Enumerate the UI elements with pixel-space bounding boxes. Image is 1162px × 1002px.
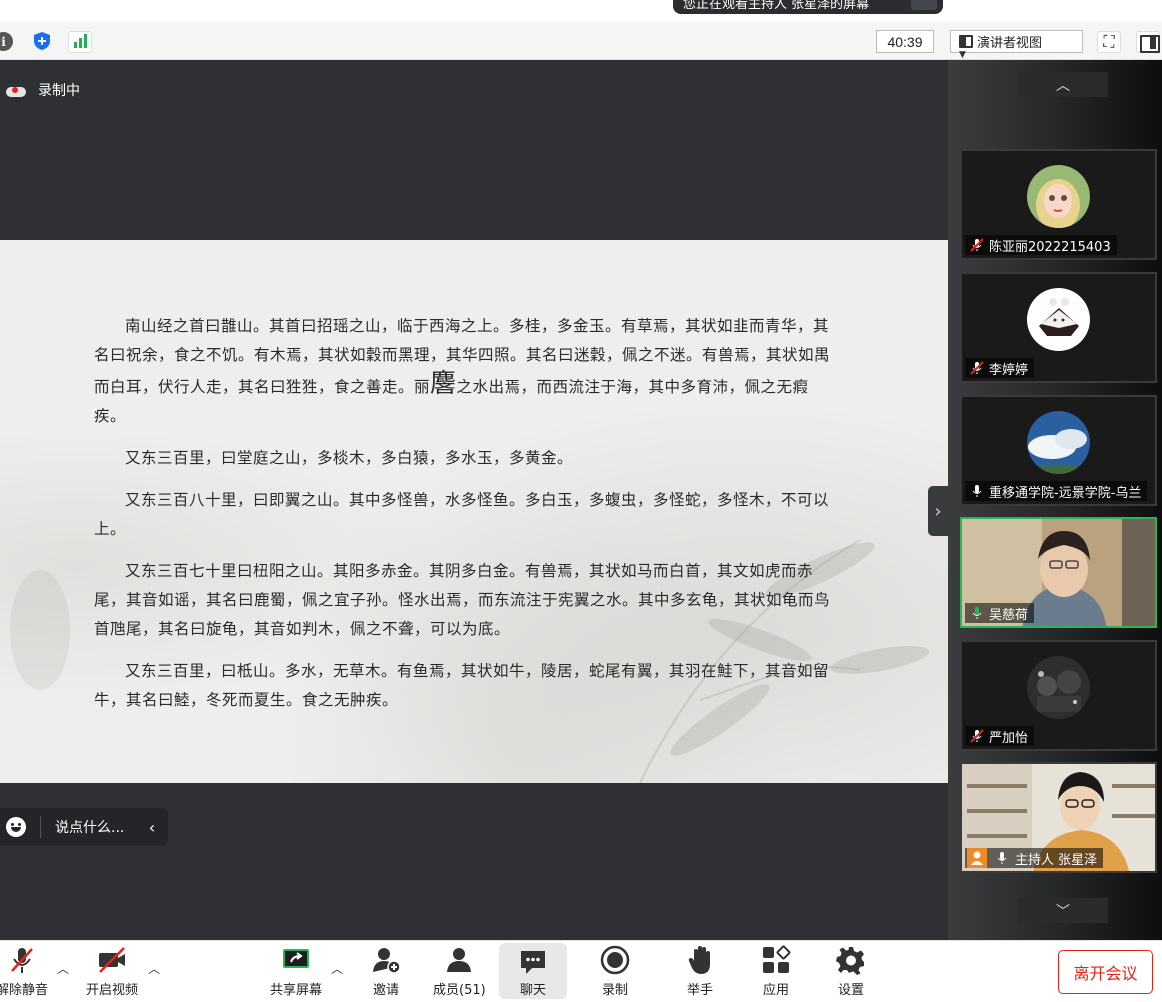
apps-icon — [763, 945, 791, 973]
participant-rail: ︿ 陈亚丽2022215403 李婷婷 重移通学院-远景学院-乌兰 吴慈荷 严加… — [948, 60, 1162, 940]
divider — [40, 816, 41, 838]
share-screen-icon — [283, 949, 309, 968]
recording-indicator: 录制中 — [6, 80, 80, 100]
shared-document: 南山经之首曰䧿山。其首曰招瑶之山，临于西海之上。多桂，多金玉。有草焉，其状如韭而… — [0, 240, 948, 783]
signal-bars-icon[interactable] — [68, 31, 92, 53]
raise-hand-icon — [688, 946, 710, 974]
mic-muted-icon — [970, 729, 984, 743]
avatar — [1027, 165, 1090, 228]
quick-chat-input[interactable]: 说点什么... — [55, 817, 140, 837]
doc-paragraph: 又东三百里，曰柢山。多水，无草木。有鱼焉，其状如牛，陵居，蛇尾有翼，其羽在鮭下，… — [94, 662, 830, 709]
mic-muted-icon — [970, 361, 984, 375]
document-text: 南山经之首曰䧿山。其首曰招瑶之山，临于西海之上。多桂，多金玉。有草焉，其状如韭而… — [94, 312, 834, 728]
side-panel-icon[interactable] — [1136, 31, 1160, 53]
cloud-record-icon — [6, 83, 26, 97]
chevron-right-icon: › — [934, 500, 942, 522]
emoji-icon[interactable] — [6, 817, 26, 837]
members-icon — [447, 948, 472, 972]
invite-button[interactable]: 邀请 — [371, 945, 401, 998]
participant-tile[interactable]: 严加怡 — [960, 640, 1157, 751]
host-badge-icon — [967, 848, 987, 868]
shared-screen-stage: 录制中 南山经之首曰䧿山。其首曰招瑶之山，临于西海之上。多桂，多金玉。有草焉，其… — [0, 60, 948, 940]
view-mode-label: 演讲者视图 — [977, 36, 1043, 51]
participant-tile-host[interactable]: 主持人 张星泽 — [960, 762, 1157, 873]
rail-scroll-up-button[interactable]: ︿ — [1018, 72, 1108, 97]
shield-icon[interactable] — [32, 31, 52, 51]
participant-tile-speaking[interactable]: 吴慈荷 — [960, 517, 1157, 628]
share-screen-button[interactable]: 共享屏幕 — [270, 945, 322, 998]
share-options-chevron-up-icon[interactable]: ︿ — [331, 960, 343, 977]
fullscreen-icon[interactable]: ⛶ — [1097, 31, 1121, 53]
participant-name: 重移通学院-远景学院-乌兰 — [965, 481, 1148, 501]
avatar — [1027, 656, 1090, 719]
chevron-up-icon: ︿ — [1056, 77, 1070, 94]
mic-active-icon — [972, 607, 982, 619]
start-video-button[interactable]: 开启视频 — [86, 945, 138, 998]
collapse-rail-button[interactable]: › — [928, 486, 948, 536]
participant-tile[interactable]: 重移通学院-远景学院-乌兰 — [960, 395, 1157, 506]
avatar — [1027, 411, 1090, 474]
doc-paragraph: 又东三百七十里曰杻阳之山。其阳多赤金。其阴多白金。有兽焉，其状如马而白首，其文如… — [94, 562, 831, 638]
participant-name: 严加怡 — [965, 726, 1035, 746]
mic-muted-icon — [970, 238, 984, 252]
rail-scroll-down-button[interactable]: ﹀ — [1018, 898, 1108, 923]
chevron-left-icon[interactable]: ‹ — [140, 818, 164, 837]
recording-label: 录制中 — [38, 83, 80, 99]
chat-button[interactable]: 聊天 — [499, 943, 567, 999]
gear-icon — [836, 947, 864, 975]
unmute-button[interactable]: 解除静音 — [0, 945, 48, 998]
participant-name: 陈亚丽2022215403 — [965, 235, 1117, 255]
doc-paragraph: 南山经之首曰䧿山。其首曰招瑶之山，临于西海之上。多桂，多金玉。有草焉，其状如韭而… — [94, 317, 831, 425]
apps-button[interactable]: 应用 — [761, 945, 791, 998]
mic-icon — [972, 485, 982, 497]
viewing-options-icon[interactable] — [911, 0, 937, 10]
quick-chat-bar[interactable]: 说点什么... ‹ — [0, 808, 168, 846]
participant-tile[interactable]: 陈亚丽2022215403 — [960, 149, 1157, 260]
avatar — [1027, 288, 1090, 351]
speaker-view-icon — [959, 35, 973, 48]
record-icon — [600, 945, 630, 975]
mic-muted-icon — [11, 948, 33, 973]
chat-icon — [521, 951, 545, 974]
doc-paragraph: 又东三百八十里，曰即翼之山。其中多怪兽，水多怪鱼。多白玉，多蝮虫，多怪蛇，多怪木… — [94, 491, 830, 538]
chevron-down-icon: ﹀ — [1056, 903, 1070, 920]
members-button[interactable]: 成员(51) — [433, 945, 486, 998]
record-button[interactable]: 录制 — [600, 945, 630, 998]
meeting-topbar: i 40:39 演讲者视图 ▼ ⛶ — [0, 22, 1162, 60]
viewing-text: 您正在观看主持人 张星泽的屏幕 — [683, 0, 870, 12]
settings-button[interactable]: 设置 — [836, 945, 866, 998]
participant-name: 主持人 张星泽 — [965, 848, 1104, 868]
mic-icon — [997, 852, 1007, 864]
leave-meeting-button[interactable]: 离开会议 — [1058, 950, 1153, 994]
video-off-icon — [99, 947, 125, 973]
info-icon[interactable]: i — [0, 32, 13, 51]
view-mode-select[interactable]: 演讲者视图 ▼ — [950, 30, 1083, 60]
meeting-timer: 40:39 — [876, 30, 934, 53]
participant-name: 吴慈荷 — [965, 603, 1035, 623]
participant-tile[interactable]: 李婷婷 — [960, 272, 1157, 383]
top-banner: 您正在观看主持人 张星泽的屏幕 — [0, 0, 1162, 22]
participant-name: 李婷婷 — [965, 358, 1035, 378]
raise-hand-button[interactable]: 举手 — [685, 945, 715, 998]
meeting-toolbar: 解除静音 ︿ 开启视频 ︿ 共享屏幕 ︿ 邀请 成员(51) 聊天 录制 举手 … — [0, 940, 1162, 1002]
audio-options-chevron-up-icon[interactable]: ︿ — [57, 960, 69, 977]
add-user-icon — [373, 948, 401, 974]
video-options-chevron-up-icon[interactable]: ︿ — [148, 960, 160, 977]
doc-paragraph: 又东三百里，曰堂庭之山，多棪木，多白猿，多水玉，多黄金。 — [125, 449, 574, 467]
chevron-down-icon: ▼ — [959, 50, 966, 60]
viewing-banner[interactable]: 您正在观看主持人 张星泽的屏幕 — [673, 0, 943, 14]
